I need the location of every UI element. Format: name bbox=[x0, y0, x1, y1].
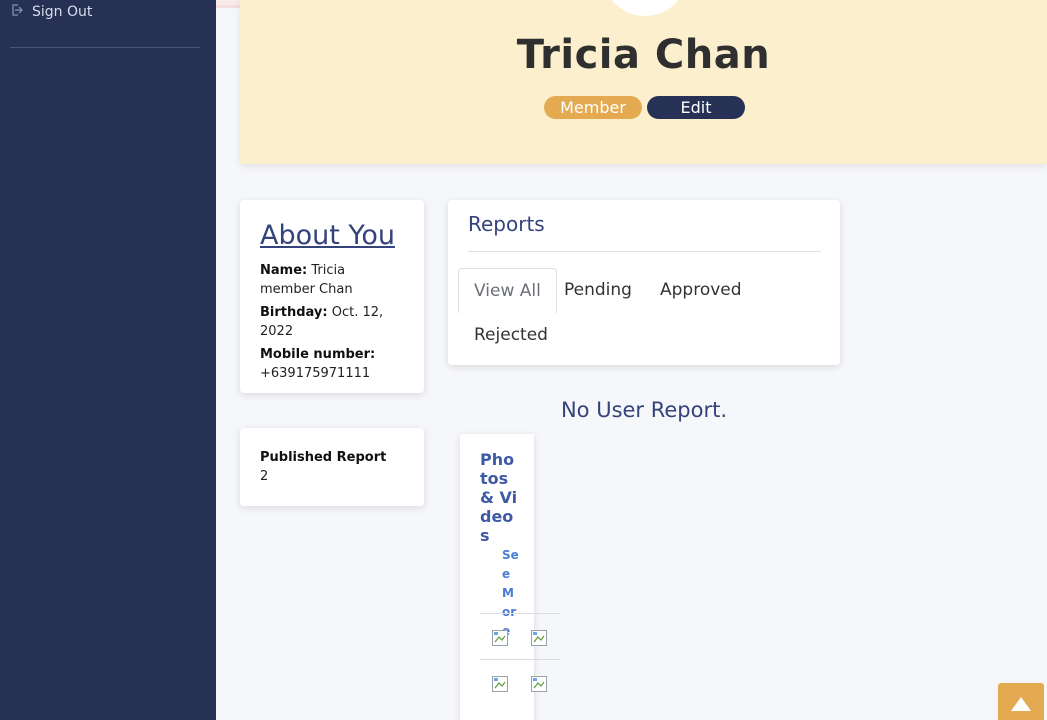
tab-pending[interactable]: Pending bbox=[549, 268, 647, 313]
see-more-link[interactable]: See More bbox=[480, 546, 520, 641]
name-label: Name: bbox=[260, 263, 308, 278]
role-badge: Member bbox=[544, 96, 642, 119]
broken-image-icon[interactable] bbox=[492, 676, 508, 692]
tab-rejected[interactable]: Rejected bbox=[459, 313, 563, 358]
sidebar-divider bbox=[10, 47, 200, 48]
scroll-to-top-button[interactable] bbox=[998, 683, 1044, 720]
broken-image-icon[interactable] bbox=[492, 630, 508, 646]
about-card: About You Name: Tricia member Chan Birth… bbox=[240, 200, 424, 393]
broken-image-icon[interactable] bbox=[531, 676, 547, 692]
profile-name: Tricia Chan bbox=[516, 32, 771, 78]
broken-image-icon[interactable] bbox=[531, 630, 547, 646]
profile-header: Tricia Chan Member Edit bbox=[240, 0, 1047, 164]
media-divider bbox=[480, 659, 560, 660]
about-mobile-row: Mobile number: +639175971111 bbox=[260, 345, 404, 383]
edit-profile-button[interactable]: Edit bbox=[647, 96, 745, 119]
published-report-card: Published Report 2 bbox=[240, 428, 424, 506]
media-card: Photos & Videos See More bbox=[460, 434, 560, 720]
reports-title: Reports bbox=[468, 212, 545, 236]
sign-out-link[interactable]: Sign Out bbox=[10, 3, 92, 21]
tab-approved[interactable]: Approved bbox=[645, 268, 757, 313]
about-birthday-row: Birthday: Oct. 12, 2022 bbox=[260, 303, 404, 341]
sign-out-label: Sign Out bbox=[32, 4, 93, 20]
see-more-label: See More bbox=[502, 548, 519, 638]
published-report-label: Published Report bbox=[260, 450, 387, 465]
mobile-value: +639175971111 bbox=[260, 366, 371, 381]
media-title: Photos & Videos bbox=[480, 450, 518, 545]
avatar bbox=[602, 0, 688, 16]
birthday-label: Birthday: bbox=[260, 305, 328, 320]
sign-out-icon bbox=[10, 3, 24, 21]
media-divider bbox=[480, 613, 560, 614]
triangle-up-icon bbox=[1011, 697, 1031, 711]
about-title[interactable]: About You bbox=[260, 220, 404, 251]
empty-reports-message: No User Report. bbox=[560, 398, 728, 422]
reports-divider bbox=[468, 251, 821, 252]
reports-card: Reports View All Pending Approved Reject… bbox=[448, 200, 840, 365]
tab-view-all[interactable]: View All bbox=[458, 268, 557, 313]
about-name-row: Name: Tricia member Chan bbox=[260, 261, 404, 299]
mobile-label: Mobile number: bbox=[260, 347, 376, 362]
published-report-count: 2 bbox=[260, 469, 269, 484]
sidebar: Sign Out bbox=[0, 0, 216, 720]
